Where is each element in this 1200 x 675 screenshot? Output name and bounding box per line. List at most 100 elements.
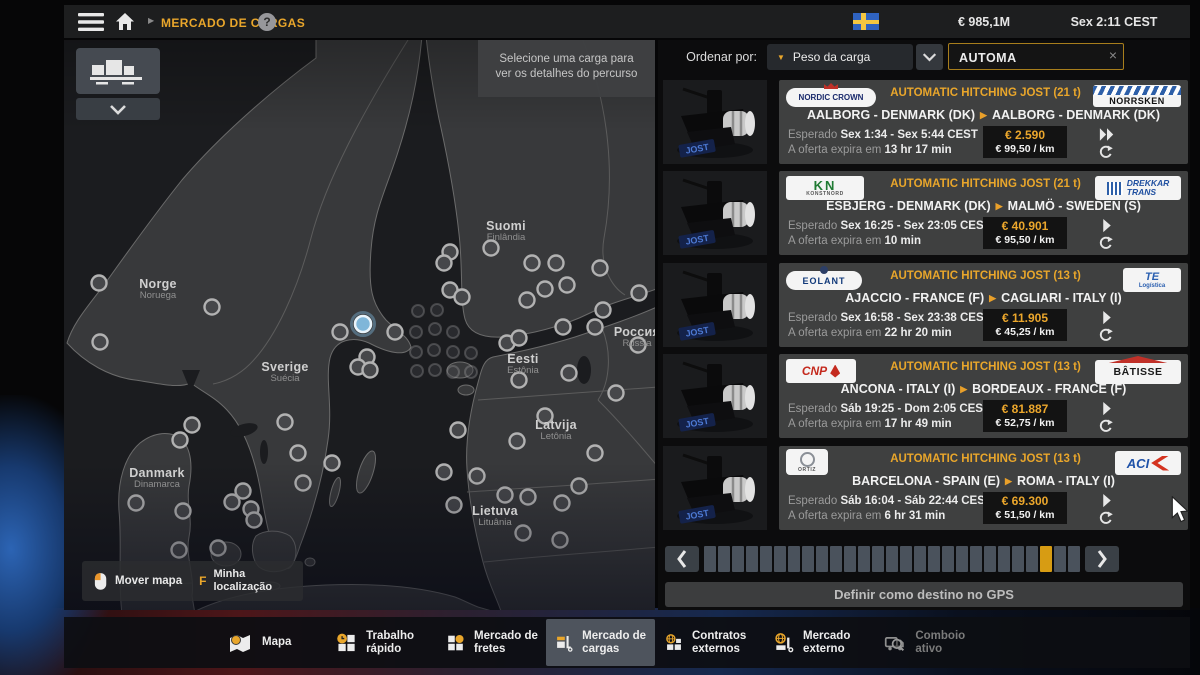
page-square[interactable] [704, 546, 716, 572]
city-dot[interactable] [278, 415, 293, 430]
city-dot[interactable] [609, 386, 624, 401]
city-dot[interactable] [185, 418, 200, 433]
city-dot[interactable] [470, 469, 485, 484]
city-dot[interactable] [388, 325, 403, 340]
city-dot[interactable] [521, 490, 536, 505]
tab-mercado-externo[interactable]: Mercado externo [765, 619, 874, 666]
city-dot[interactable] [92, 276, 107, 291]
city-dot[interactable] [333, 325, 348, 340]
city-dot[interactable] [510, 434, 525, 449]
city-dot[interactable] [520, 293, 535, 308]
city-dot[interactable] [632, 286, 647, 301]
city-dot[interactable] [596, 303, 611, 318]
page-square[interactable] [872, 546, 884, 572]
page-square[interactable] [1026, 546, 1038, 572]
city-dot[interactable] [296, 476, 311, 491]
search-input[interactable] [949, 44, 1111, 71]
city-dot[interactable] [560, 278, 575, 293]
page-square[interactable] [1068, 546, 1080, 572]
cargo-thumbnail[interactable] [663, 446, 767, 530]
city-dot[interactable] [455, 290, 470, 305]
city-dot[interactable] [538, 409, 553, 424]
city-dot[interactable] [484, 241, 499, 256]
page-square[interactable] [886, 546, 898, 572]
city-dot[interactable] [176, 504, 191, 519]
cargo-thumbnail[interactable] [663, 80, 767, 164]
page-square[interactable] [788, 546, 800, 572]
city-dot[interactable] [549, 256, 564, 271]
page-square[interactable] [928, 546, 940, 572]
sort-dropdown[interactable]: ▼ Peso da carga [767, 44, 913, 70]
cargo-listing[interactable]: CNP AUTOMATIC HITCHING JOST (13 t) BÂTIS… [779, 354, 1188, 438]
city-dot[interactable] [525, 256, 540, 271]
page-square[interactable] [774, 546, 786, 572]
tab-mapa[interactable]: Mapa [218, 619, 327, 666]
city-dot[interactable] [437, 465, 452, 480]
page-square[interactable] [732, 546, 744, 572]
tab-mercado-de-cargas[interactable]: Mercado de cargas [546, 619, 655, 666]
cargo-listing[interactable]: ORTIZ AUTOMATIC HITCHING JOST (13 t) ACI… [779, 446, 1188, 530]
page-square[interactable] [998, 546, 1010, 572]
page-square[interactable] [802, 546, 814, 572]
page-square[interactable] [760, 546, 772, 572]
city-dot[interactable] [498, 488, 513, 503]
page-square[interactable] [1040, 546, 1052, 572]
cargo-thumbnail[interactable] [663, 171, 767, 255]
city-dot[interactable] [593, 261, 608, 276]
cargo-listing[interactable]: KNKONSTNORD AUTOMATIC HITCHING JOST (21 … [779, 171, 1188, 255]
city-dot[interactable] [205, 300, 220, 315]
europe-map[interactable] [64, 40, 655, 610]
sort-expand-button[interactable] [916, 44, 943, 70]
home-icon[interactable] [114, 12, 136, 32]
player-location-dot[interactable] [355, 316, 371, 332]
city-dot[interactable] [363, 363, 378, 378]
page-square[interactable] [956, 546, 968, 572]
next-page-button[interactable] [1085, 546, 1119, 572]
cargo-thumbnail[interactable] [663, 354, 767, 438]
cargo-listing[interactable]: EOLANT AUTOMATIC HITCHING JOST (13 t) TE… [779, 263, 1188, 347]
city-dot[interactable] [572, 479, 587, 494]
city-dot[interactable] [291, 446, 306, 461]
set-gps-destination-button[interactable]: Definir como destino no GPS [665, 582, 1183, 607]
city-dot[interactable] [562, 366, 577, 381]
city-dot[interactable] [516, 526, 531, 541]
cargo-thumbnail[interactable] [663, 263, 767, 347]
city-dot[interactable] [129, 496, 144, 511]
page-square[interactable] [900, 546, 912, 572]
tab-contratos-externos[interactable]: Contratos externos [656, 619, 765, 666]
city-dot[interactable] [588, 446, 603, 461]
city-dot[interactable] [538, 282, 553, 297]
cargo-view-button[interactable] [76, 48, 160, 94]
city-dot[interactable] [211, 541, 226, 556]
previous-page-button[interactable] [665, 546, 699, 572]
city-dot[interactable] [93, 335, 108, 350]
page-square[interactable] [914, 546, 926, 572]
page-square[interactable] [746, 546, 758, 572]
page-square[interactable] [858, 546, 870, 572]
city-dot[interactable] [588, 320, 603, 335]
city-dot[interactable] [512, 373, 527, 388]
page-square[interactable] [1054, 546, 1066, 572]
page-square[interactable] [830, 546, 842, 572]
page-square[interactable] [942, 546, 954, 572]
city-dot[interactable] [555, 496, 570, 511]
page-square[interactable] [718, 546, 730, 572]
tab-mercado-de-fretes[interactable]: Mercado de fretes [437, 619, 546, 666]
page-square[interactable] [816, 546, 828, 572]
page-square[interactable] [970, 546, 982, 572]
hamburger-menu-icon[interactable] [78, 12, 104, 32]
city-dot[interactable] [173, 433, 188, 448]
city-dot[interactable] [225, 495, 240, 510]
tab-trabalho-rapido[interactable]: Trabalho rápido [327, 619, 436, 666]
collapse-button[interactable] [76, 98, 160, 120]
page-square[interactable] [844, 546, 856, 572]
city-dot[interactable] [447, 498, 462, 513]
cargo-listing[interactable]: NORDIC CROWN AUTOMATIC HITCHING JOST (21… [779, 80, 1188, 164]
city-dot[interactable] [451, 423, 466, 438]
city-dot[interactable] [631, 338, 646, 353]
help-icon[interactable]: ? [258, 13, 276, 31]
city-dot[interactable] [437, 256, 452, 271]
city-dot[interactable] [172, 543, 187, 558]
city-dot[interactable] [247, 513, 262, 528]
clear-search-icon[interactable]: × [1109, 47, 1117, 63]
